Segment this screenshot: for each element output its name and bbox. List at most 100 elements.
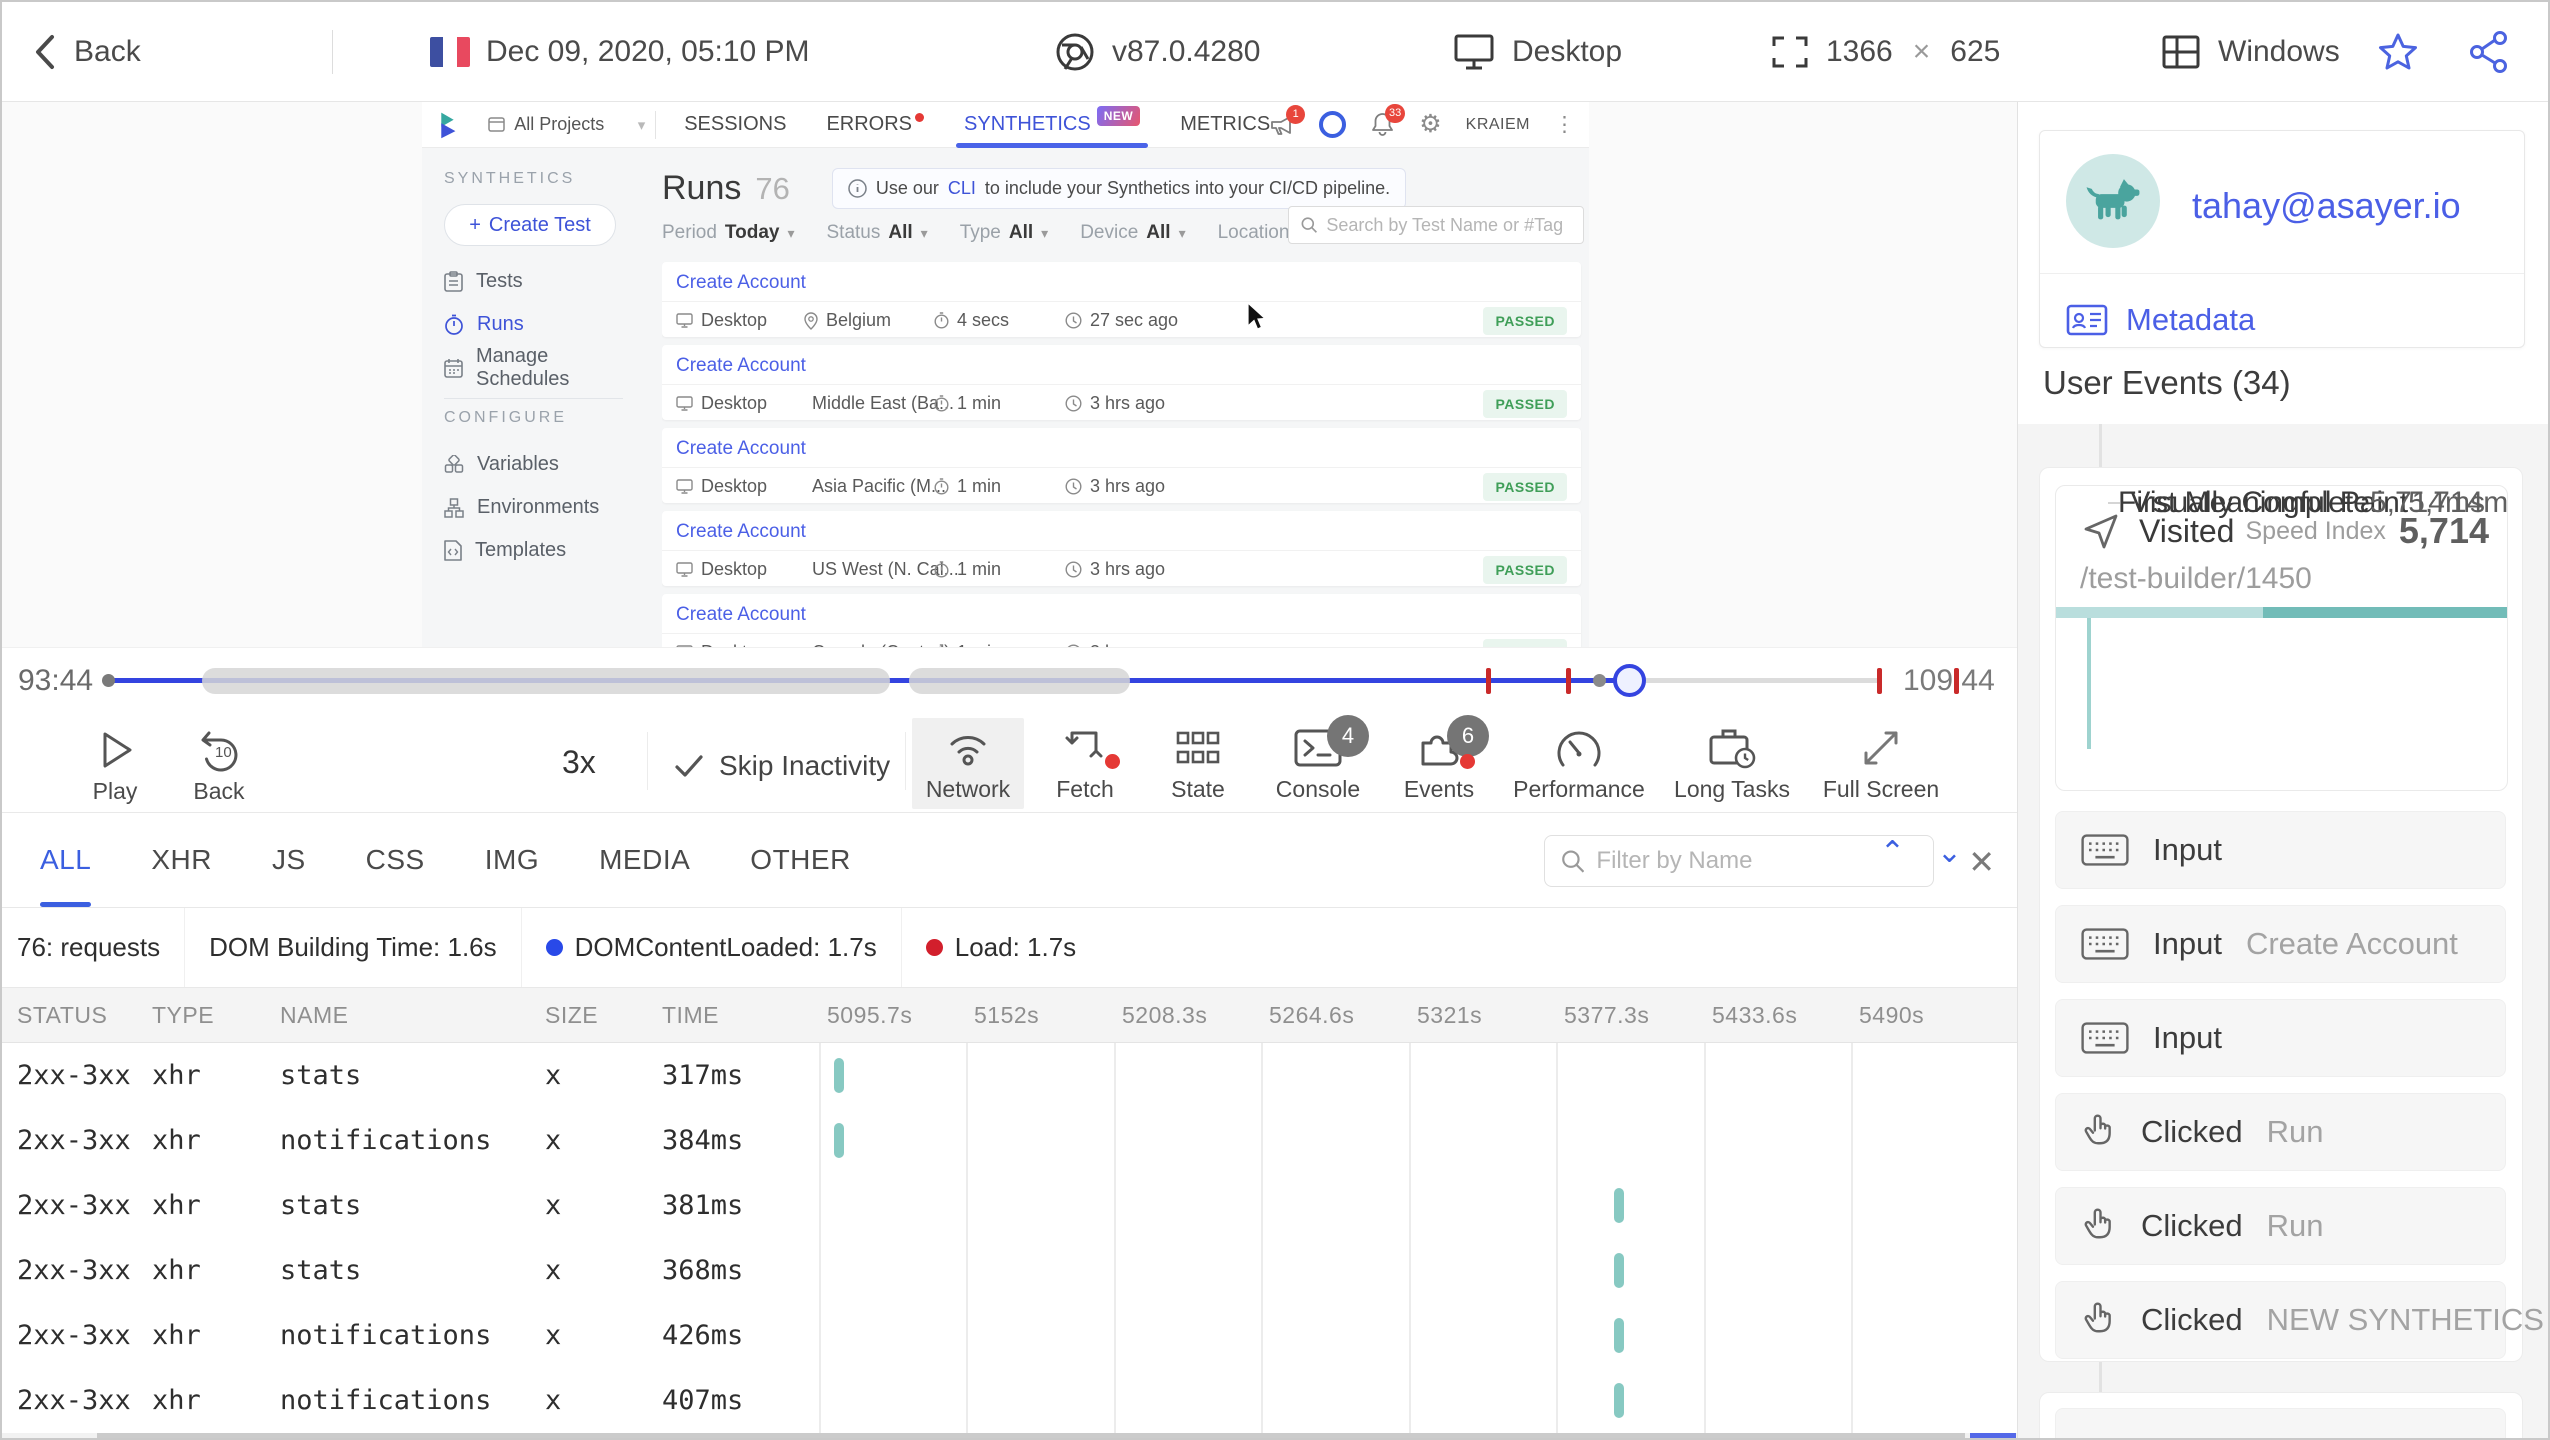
event-marker[interactable] — [1486, 668, 1491, 694]
time-tick-label: 5490s — [1859, 1002, 1925, 1028]
jump-prev-icon[interactable]: ⌃ — [1880, 835, 1905, 870]
request-size: x — [545, 1255, 562, 1286]
run-title-link[interactable]: Create Account — [662, 428, 1581, 468]
request-row[interactable]: 2xx-3xx xhr stats x 368ms — [2, 1238, 2017, 1303]
network-tab[interactable]: OTHER — [750, 813, 851, 907]
playhead-handle[interactable] — [1613, 664, 1646, 697]
play-button[interactable]: Play — [80, 727, 150, 805]
col-type[interactable]: TYPE — [152, 988, 214, 1043]
sidebar-item-tests[interactable]: Tests — [444, 260, 647, 303]
network-tab[interactable]: JS — [272, 813, 306, 907]
long-tasks-panel-button[interactable]: Long Tasks — [1664, 718, 1800, 809]
event-row[interactable]: Clicked Run — [2055, 1187, 2506, 1265]
sidebar-item-variables[interactable]: Variables — [444, 443, 647, 486]
event-row[interactable]: Clicked Run — [2055, 1093, 2506, 1171]
settings-gear-icon[interactable]: ⚙ — [1419, 112, 1441, 137]
visited-event-card[interactable]: Visited Speed Index 5,714 /test-builder/… — [2055, 485, 2508, 791]
user-email-link[interactable]: tahay@asayer.io — [2192, 185, 2461, 227]
tab-metrics[interactable]: METRICS — [1180, 102, 1270, 148]
share-button[interactable] — [2468, 2, 2510, 102]
test-search-input[interactable] — [1326, 214, 1571, 236]
network-tab[interactable]: MEDIA — [599, 813, 690, 907]
run-title-link[interactable]: Create Account — [662, 594, 1581, 634]
col-status[interactable]: STATUS — [17, 988, 107, 1043]
back-10-icon: 10 — [201, 731, 238, 772]
sidebar-item-templates[interactable]: Templates — [444, 529, 647, 572]
network-tab[interactable]: ALL — [40, 813, 92, 907]
event-row[interactable]: Clicked NEW SYNTHETICS — [2055, 1281, 2544, 1359]
fullscreen-button[interactable]: Full Screen — [1808, 718, 1954, 809]
sidebar-item-environments[interactable]: Environments — [444, 486, 647, 529]
request-row[interactable]: 2xx-3xx xhr notifications x 426ms — [2, 1303, 2017, 1368]
event-row[interactable]: Input — [2055, 999, 2506, 1077]
event-row[interactable]: Input — [2055, 811, 2506, 889]
col-name[interactable]: NAME — [280, 988, 348, 1043]
request-row[interactable]: 2xx-3xx xhr notifications x 407ms — [2, 1368, 2017, 1433]
event-row[interactable]: Input Create Account — [2055, 905, 2506, 983]
network-tab[interactable]: IMG — [485, 813, 539, 907]
create-test-button[interactable]: + Create Test — [444, 204, 616, 246]
run-card[interactable]: Create Account Desktop Middle East (Ba..… — [662, 345, 1581, 420]
request-row[interactable]: 2xx-3xx xhr stats x 317ms — [2, 1043, 2017, 1108]
skip-inactivity-toggle[interactable]: Skip Inactivity — [674, 750, 890, 782]
close-panel-icon[interactable]: ✕ — [1968, 843, 1995, 881]
more-menu-icon[interactable]: ⋮ — [1554, 112, 1575, 137]
runs-header: Runs 76 Use our CLI to include your Synt… — [662, 168, 1407, 209]
fetch-panel-button[interactable]: Fetch — [1037, 718, 1133, 809]
run-card[interactable]: Create Account Desktop Belgium 4 secs 27… — [662, 262, 1581, 337]
favorite-button[interactable] — [2376, 2, 2420, 102]
sidebar-item-runs[interactable]: Runs — [444, 303, 647, 346]
playback-speed-button[interactable]: 3x — [562, 744, 596, 781]
cli-link[interactable]: CLI — [948, 178, 976, 199]
request-row[interactable]: 2xx-3xx xhr notifications x 384ms — [2, 1108, 2017, 1173]
sidebar-item-manage-schedules[interactable]: Manage Schedules — [444, 345, 647, 390]
run-title-link[interactable]: Create Account — [662, 511, 1581, 551]
timeline-track[interactable] — [102, 664, 1959, 697]
filter-dropdown[interactable]: Period Today ▾ — [662, 222, 795, 244]
back-10-button[interactable]: 10 Back — [184, 727, 254, 805]
run-title-link[interactable]: Create Account — [662, 262, 1581, 302]
performance-panel-button[interactable]: Performance — [1502, 718, 1656, 809]
run-card[interactable]: Create Account Desktop Canada (Central) — [662, 594, 1581, 647]
user-menu[interactable]: KRAIEM — [1466, 116, 1530, 134]
console-panel-button[interactable]: 4 Console — [1260, 714, 1376, 809]
network-tab[interactable]: XHR — [151, 813, 212, 907]
blue-dot-icon — [545, 939, 563, 956]
visit-progress-bar-light — [2056, 607, 2264, 618]
request-row[interactable]: 2xx-3xx xhr stats x 381ms — [2, 1173, 2017, 1238]
tab-errors[interactable]: ERRORS — [826, 102, 925, 148]
tab-sessions[interactable]: SESSIONS — [684, 102, 786, 148]
project-selector[interactable]: All Projects ▾ — [488, 114, 645, 135]
run-title-link[interactable]: Create Account — [662, 345, 1581, 385]
session-date-label: Dec 09, 2020, 05:10 PM — [486, 35, 810, 68]
back-button[interactable]: Back — [32, 2, 141, 102]
filter-dropdown[interactable]: Device All ▾ — [1080, 222, 1185, 244]
jump-next-icon[interactable]: ⌄ — [1937, 835, 1962, 870]
search-icon — [1301, 217, 1317, 233]
announcements-badge: 1 — [1286, 104, 1306, 124]
event-marker[interactable] — [1954, 668, 1959, 694]
filter-dropdown[interactable]: Type All ▾ — [960, 222, 1049, 244]
event-marker[interactable] — [1877, 668, 1882, 694]
run-card[interactable]: Create Account Desktop US West (N. Cal..… — [662, 511, 1581, 586]
event-dot[interactable] — [1593, 674, 1606, 687]
network-panel-button[interactable]: Network — [912, 718, 1024, 809]
stopwatch-icon — [934, 561, 949, 578]
notifications-button[interactable]: 33 — [1370, 103, 1406, 138]
scrollbar-thumb[interactable] — [97, 1433, 1965, 1438]
col-size[interactable]: SIZE — [545, 988, 598, 1043]
filter-dropdown[interactable]: Status All ▾ — [827, 222, 928, 244]
col-time[interactable]: TIME — [662, 988, 719, 1043]
network-filter-input[interactable] — [1596, 847, 1917, 875]
tab-synthetics[interactable]: SYNTHETICS NEW — [956, 102, 1149, 148]
network-tab[interactable]: CSS — [366, 813, 425, 907]
events-panel-button[interactable]: 6 Events — [1388, 714, 1490, 809]
run-card[interactable]: Create Account Desktop Asia Pacific (M..… — [662, 428, 1581, 503]
horizontal-scrollbar[interactable] — [2, 1433, 2017, 1438]
event-row-partial[interactable] — [2055, 1408, 2506, 1438]
event-marker[interactable] — [1566, 668, 1571, 694]
metadata-button[interactable]: Metadata — [2066, 291, 2255, 349]
state-panel-button[interactable]: State — [1150, 718, 1246, 809]
request-size: x — [545, 1060, 562, 1091]
announcements-button[interactable]: 1 — [1270, 104, 1306, 137]
